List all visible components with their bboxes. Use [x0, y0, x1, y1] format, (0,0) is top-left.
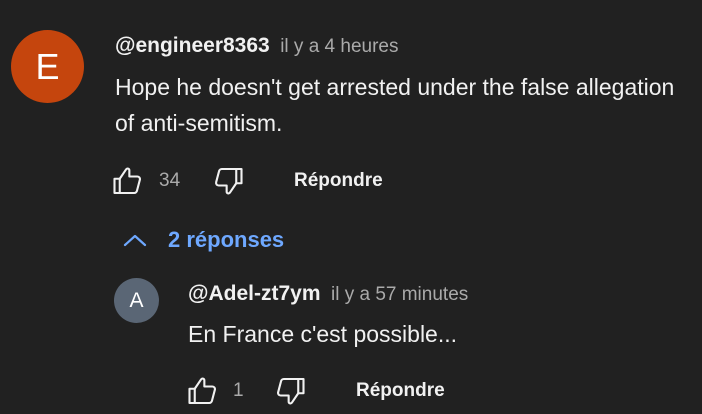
- thumbs-up-icon: [188, 377, 216, 405]
- replies-count-label: 2 réponses: [168, 227, 285, 252]
- thumbs-down-icon: [215, 167, 243, 195]
- replies-toggle[interactable]: 2 réponses: [122, 227, 284, 253]
- thumbs-up-icon: [113, 167, 141, 195]
- chevron-up-icon: [123, 234, 147, 247]
- reply-dislike-button[interactable]: [272, 373, 308, 409]
- reply-author[interactable]: @Adel-zt7ym: [188, 282, 321, 305]
- reply-reply-button[interactable]: Répondre: [356, 380, 445, 402]
- avatar[interactable]: E: [11, 30, 84, 103]
- comment-header: @engineer8363 il y a 4 heures: [115, 34, 398, 58]
- comment-text: Hope he doesn't get arrested under the f…: [115, 74, 675, 136]
- dislike-button[interactable]: [210, 163, 246, 199]
- thumbs-down-icon: [277, 377, 305, 405]
- reply-like-count: 1: [233, 380, 244, 401]
- reply-text: En France c'est possible...: [188, 321, 458, 347]
- like-count: 34: [159, 170, 181, 191]
- reply-like-button[interactable]: [185, 373, 221, 409]
- reply-avatar[interactable]: A: [114, 278, 159, 323]
- comment-timestamp[interactable]: il y a 4 heures: [280, 36, 398, 57]
- reply-timestamp[interactable]: il y a 57 minutes: [331, 284, 468, 305]
- avatar-letter: E: [35, 45, 60, 87]
- avatar-letter: A: [129, 288, 144, 312]
- comment-author[interactable]: @engineer8363: [115, 34, 270, 57]
- like-button[interactable]: [110, 163, 146, 199]
- comment-thread: E @engineer8363 il y a 4 heures Hope he …: [0, 0, 702, 414]
- reply-header: @Adel-zt7ym il y a 57 minutes: [188, 282, 468, 306]
- reply-button[interactable]: Répondre: [294, 170, 383, 192]
